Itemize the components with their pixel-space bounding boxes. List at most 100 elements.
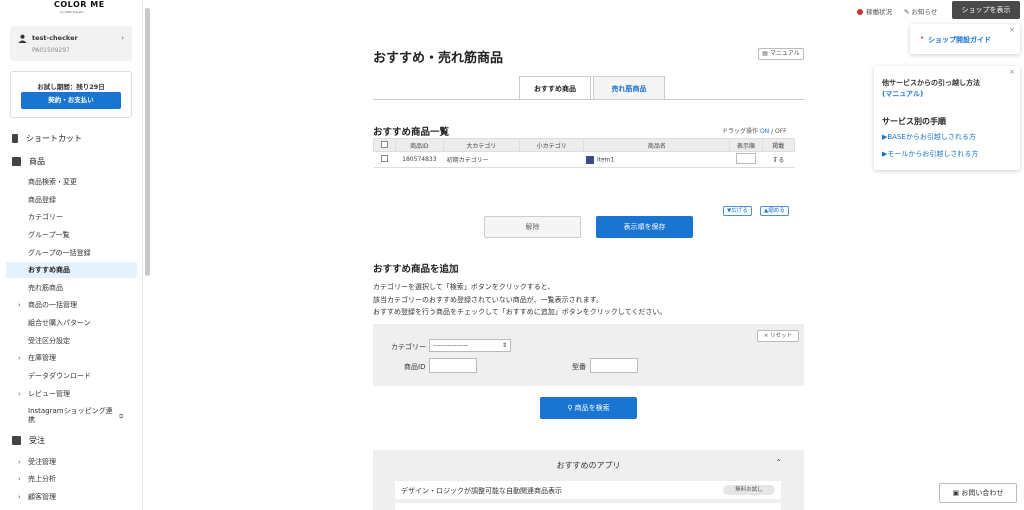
- contract-payment-button[interactable]: 契約・お支払い: [21, 92, 121, 109]
- sidebar-item-customers[interactable]: › 顧客管理: [0, 489, 142, 505]
- chevron-up-icon[interactable]: ⌃: [775, 458, 782, 467]
- free-trial-badge[interactable]: 無料お試し: [723, 485, 775, 495]
- account-name: test-checker: [32, 34, 78, 42]
- notice-link[interactable]: ✎ お知らせ: [904, 6, 937, 16]
- sidebar-item-recommended[interactable]: おすすめ商品: [6, 262, 137, 278]
- table-row[interactable]: 180574833 初期カテゴリー item1 する: [373, 151, 795, 168]
- tab-bestsellers[interactable]: 売れ筋商品: [593, 76, 665, 100]
- account-id: PA01509297: [32, 47, 70, 54]
- migration-manual-link[interactable]: (マニュアル): [882, 89, 923, 99]
- sidebar-item-inventory[interactable]: › 在庫管理: [0, 350, 142, 366]
- reset-button[interactable]: × リセット: [757, 330, 799, 342]
- nav-label: 在庫管理: [28, 354, 56, 362]
- sidebar-item-bestsellers[interactable]: 売れ筋商品: [0, 280, 142, 296]
- app-row[interactable]: デザイン・ロジックが調整可能な自動関連商品表示 無料お試し: [395, 481, 781, 499]
- orders-icon: [12, 436, 21, 445]
- collapse-button[interactable]: ▲縮める: [760, 206, 789, 216]
- model-input[interactable]: [590, 358, 638, 373]
- sidebar-item-category[interactable]: カテゴリー: [0, 209, 142, 225]
- base-migration-link[interactable]: ▶BASEからお引越しされる方: [882, 132, 976, 142]
- category-label: カテゴリー: [391, 343, 426, 351]
- save-order-button[interactable]: 表示順を保存: [596, 216, 693, 238]
- col-header: 表示順: [729, 138, 763, 152]
- chevron-right-icon: ›: [18, 354, 21, 362]
- nav-label: レビュー管理: [28, 390, 70, 398]
- sidebar-item-order-manage[interactable]: › 受注管理: [0, 454, 142, 470]
- sidebar-item-data-download[interactable]: データダウンロード: [0, 368, 142, 384]
- list-title: おすすめ商品一覧: [373, 127, 450, 138]
- category-select[interactable]: --------------- ⇕: [429, 339, 511, 352]
- tab-recommended[interactable]: おすすめ商品: [519, 76, 591, 100]
- sidebar-item-group-list[interactable]: グループ一覧: [0, 227, 142, 243]
- model-label: 型番: [572, 363, 586, 371]
- chevron-right-icon: ›: [18, 458, 21, 466]
- expand-button[interactable]: ▼広げる: [723, 206, 752, 216]
- order-input[interactable]: [735, 153, 756, 164]
- shop-guide-link[interactable]: ショップ開設ガイド: [928, 35, 991, 45]
- sidebar-item-review[interactable]: › レビュー管理: [0, 386, 142, 402]
- page-title: おすすめ・売れ筋商品: [373, 51, 504, 66]
- chevron-right-icon: ›: [18, 475, 21, 483]
- search-button[interactable]: ⚲ 商品を検索: [540, 397, 637, 419]
- sidebar-item-group-bulk[interactable]: グループの一括登録: [0, 245, 142, 261]
- close-icon[interactable]: ×: [1009, 26, 1015, 34]
- cancel-button[interactable]: 解除: [484, 216, 581, 238]
- migration-popup: × 他サービスからの引っ越し方法 (マニュアル) サービス別の手順 ▶BASEか…: [874, 66, 1020, 170]
- manual-label: マニュアル: [769, 50, 800, 57]
- close-icon[interactable]: ×: [1009, 68, 1015, 76]
- product-icon: [12, 157, 21, 166]
- trial-panel: お試し期間：残り29日 契約・お支払い: [10, 71, 132, 118]
- product-name: item1: [596, 156, 615, 163]
- sidebar-section-orders[interactable]: 受注: [12, 435, 45, 446]
- manual-button[interactable]: ▤ マニュアル: [758, 48, 804, 60]
- sidebar-item-product-search[interactable]: 商品検索・変更: [0, 174, 142, 190]
- sidebar-item-product-register[interactable]: 商品登録: [0, 192, 142, 208]
- notice-label: お知らせ: [911, 8, 938, 16]
- search-label: 商品を検索: [574, 404, 610, 412]
- nav-label: 受注管理: [28, 458, 56, 466]
- guide-popup: • ショップ開設ガイド ×: [910, 24, 1020, 54]
- user-icon: [18, 34, 27, 43]
- col-header: 掲載: [761, 138, 796, 152]
- recommended-apps-panel: おすすめのアプリ ⌃ デザイン・ロジックが調整可能な自動関連商品表示 無料お試し: [373, 450, 804, 510]
- book-icon: ▤: [762, 50, 770, 57]
- col-header: 小カテゴリ: [518, 138, 585, 152]
- sidebar-item-bulk-manage[interactable]: › 商品の一括管理: [0, 297, 142, 313]
- status-label: 稼働状況: [866, 8, 892, 16]
- status-link[interactable]: 稼働状況: [857, 6, 892, 16]
- logo[interactable]: COLOR ME: [54, 0, 105, 9]
- description-line: カテゴリーを選択して「検索」ボタンをクリックすると、: [373, 283, 555, 291]
- nav-label: 顧客管理: [28, 493, 56, 501]
- row-checkbox[interactable]: [380, 155, 388, 162]
- external-link-icon: ⧉: [119, 413, 124, 420]
- cell-id: 180574833: [395, 151, 444, 168]
- app-row[interactable]: [395, 503, 781, 510]
- row-checkbox-cell[interactable]: [373, 151, 396, 168]
- view-shop-button[interactable]: ショップを表示: [952, 1, 1020, 19]
- sidebar-item-sales-analysis[interactable]: › 売上分析: [0, 471, 142, 487]
- col-header: 大カテゴリ: [443, 138, 520, 152]
- add-section-title: おすすめ商品を追加: [373, 264, 459, 275]
- sidebar-section-products[interactable]: 商品: [12, 156, 45, 167]
- section-label: 受注: [29, 436, 45, 445]
- drag-on-link[interactable]: ON: [760, 128, 769, 135]
- migration-heading: サービス別の手順: [882, 117, 946, 126]
- product-id-input[interactable]: [429, 358, 477, 373]
- sidebar-item-instagram[interactable]: Instagramショッピング連携: [0, 407, 118, 429]
- drag-off-link[interactable]: / OFF: [771, 128, 787, 135]
- mall-migration-link[interactable]: ▶モールからお引越しされる方: [882, 149, 978, 159]
- account-panel[interactable]: test-checker PA01509297 ›: [10, 26, 132, 61]
- contact-button[interactable]: ▣ お問い合わせ: [939, 483, 1017, 503]
- cell-publish: する: [762, 151, 795, 168]
- select-all-header[interactable]: [373, 138, 396, 152]
- sidebar-scrollbar[interactable]: [145, 8, 150, 276]
- sidebar-item-order-type[interactable]: 受注区分設定: [0, 333, 142, 349]
- sidebar-item-combo-pattern[interactable]: 組合せ購入パターン: [0, 315, 142, 331]
- section-label: 商品: [29, 157, 45, 166]
- alert-icon: [857, 9, 863, 15]
- search-icon: ⚲: [567, 404, 575, 412]
- col-header: 商品名: [583, 138, 731, 152]
- sidebar-section-shortcut[interactable]: ショートカット: [12, 133, 82, 144]
- select-all-checkbox[interactable]: [380, 140, 388, 148]
- logo-sub: by GMO Pepabo: [60, 10, 84, 14]
